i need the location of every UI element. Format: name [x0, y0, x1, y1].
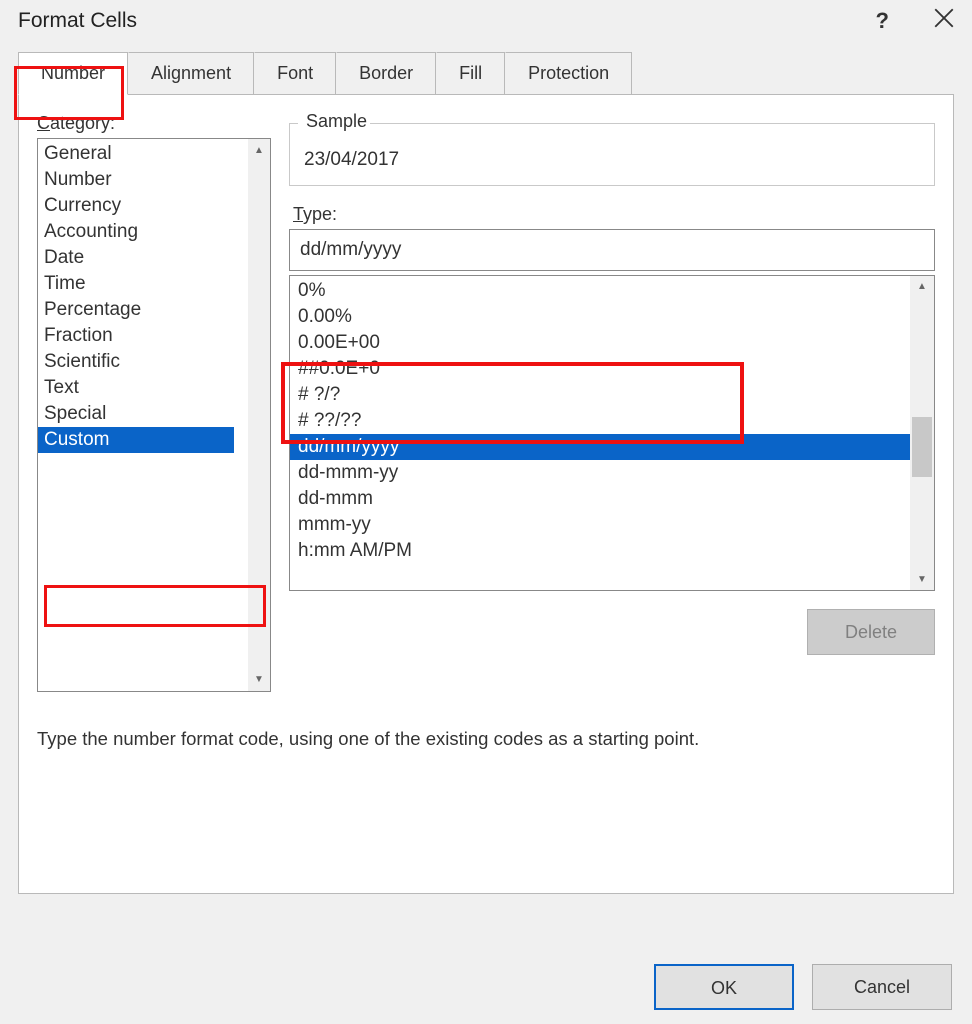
format-scrollbar[interactable]: ▲ ▼	[910, 276, 934, 590]
panel-inner: Category: General Number Currency Accoun…	[37, 113, 935, 692]
hint-text: Type the number format code, using one o…	[37, 692, 935, 750]
detail-column: Sample 23/04/2017 Type: 0% 0.00% 0.00E+0…	[289, 113, 935, 692]
tab-panel-number: Category: General Number Currency Accoun…	[18, 94, 954, 894]
scroll-down-icon[interactable]: ▼	[910, 569, 934, 590]
scroll-up-icon[interactable]: ▲	[910, 276, 934, 297]
cat-item-time[interactable]: Time	[38, 271, 270, 297]
dialog-buttons: OK Cancel	[654, 964, 952, 1010]
sample-frame: Sample 23/04/2017	[289, 123, 935, 186]
delete-button: Delete	[807, 609, 935, 655]
format-item[interactable]: h:mm AM/PM	[290, 538, 910, 564]
cancel-button[interactable]: Cancel	[812, 964, 952, 1010]
format-item-selected[interactable]: dd/mm/yyyy	[290, 434, 910, 460]
tab-border[interactable]: Border	[336, 52, 436, 95]
category-column: Category: General Number Currency Accoun…	[37, 113, 271, 692]
help-icon[interactable]: ?	[876, 8, 889, 34]
close-icon[interactable]	[934, 8, 954, 34]
tabstrip: Number Alignment Font Border Fill Protec…	[18, 52, 954, 95]
format-item[interactable]: 0.00%	[290, 304, 910, 330]
scroll-track[interactable]	[910, 297, 934, 569]
format-cells-dialog: Format Cells ? Number Alignment Font Bor…	[0, 0, 972, 1024]
cat-item-number[interactable]: Number	[38, 167, 270, 193]
format-item[interactable]: 0%	[290, 278, 910, 304]
scroll-thumb[interactable]	[912, 417, 932, 477]
cat-item-date[interactable]: Date	[38, 245, 270, 271]
sample-value: 23/04/2017	[304, 141, 920, 171]
format-item[interactable]: # ??/??	[290, 408, 910, 434]
type-input[interactable]	[289, 229, 935, 271]
scroll-up-icon[interactable]: ▲	[254, 139, 264, 162]
format-item[interactable]: 0.00E+00	[290, 330, 910, 356]
format-item[interactable]: # ?/?	[290, 382, 910, 408]
cat-item-scientific[interactable]: Scientific	[38, 349, 270, 375]
cat-item-special[interactable]: Special	[38, 401, 270, 427]
format-item[interactable]: dd-mmm-yy	[290, 460, 910, 486]
dialog-title: Format Cells	[18, 9, 137, 33]
category-scrollbar[interactable]: ▲ ▼	[248, 139, 270, 691]
cat-item-custom[interactable]: Custom	[38, 427, 234, 453]
titlebar: Format Cells ?	[0, 0, 972, 52]
scroll-down-icon[interactable]: ▼	[254, 668, 264, 691]
tab-number[interactable]: Number	[18, 52, 128, 95]
cat-item-text[interactable]: Text	[38, 375, 270, 401]
format-item[interactable]: mmm-yy	[290, 512, 910, 538]
cat-item-general[interactable]: General	[38, 141, 270, 167]
category-label: Category:	[37, 113, 271, 134]
format-item[interactable]: ##0.0E+0	[290, 356, 910, 382]
format-list[interactable]: 0% 0.00% 0.00E+00 ##0.0E+0 # ?/? # ??/??…	[289, 275, 935, 591]
cat-item-percentage[interactable]: Percentage	[38, 297, 270, 323]
cat-item-accounting[interactable]: Accounting	[38, 219, 270, 245]
ok-button[interactable]: OK	[654, 964, 794, 1010]
type-label: Type:	[293, 204, 935, 225]
sample-legend: Sample	[302, 111, 371, 132]
title-controls: ?	[876, 8, 954, 34]
format-item[interactable]: dd-mmm	[290, 486, 910, 512]
tab-alignment[interactable]: Alignment	[128, 52, 254, 95]
cat-item-fraction[interactable]: Fraction	[38, 323, 270, 349]
tab-fill[interactable]: Fill	[436, 52, 505, 95]
category-list[interactable]: General Number Currency Accounting Date …	[37, 138, 271, 692]
tab-font[interactable]: Font	[254, 52, 336, 95]
cat-item-currency[interactable]: Currency	[38, 193, 270, 219]
tab-protection[interactable]: Protection	[505, 52, 632, 95]
